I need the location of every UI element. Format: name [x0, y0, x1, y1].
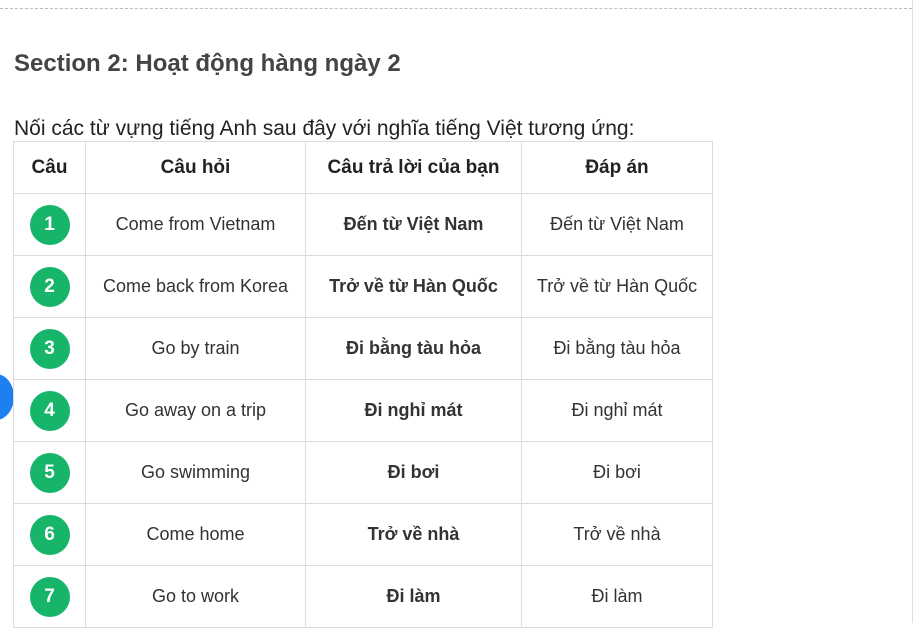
table-row: 7 Go to work Đi làm Đi làm — [13, 565, 713, 628]
correct-answer-cell: Đi bằng tàu hỏa — [521, 317, 713, 380]
question-cell: Go swimming — [85, 441, 306, 504]
header-your-answer: Câu trả lời của bạn — [305, 141, 522, 194]
question-cell: Go by train — [85, 317, 306, 380]
row-number-cell: 4 — [13, 379, 86, 442]
question-cell: Come from Vietnam — [85, 193, 306, 256]
correct-answer-cell: Đến từ Việt Nam — [521, 193, 713, 256]
user-answer-cell: Đi bơi — [305, 441, 522, 504]
table-row: 6 Come home Trở về nhà Trở về nhà — [13, 503, 713, 566]
row-number-cell: 2 — [13, 255, 86, 318]
correct-answer-cell: Đi nghỉ mát — [521, 379, 713, 442]
user-answer-cell: Đi bằng tàu hỏa — [305, 317, 522, 380]
table-row: 3 Go by train Đi bằng tàu hỏa Đi bằng tà… — [13, 317, 713, 380]
question-cell: Come home — [85, 503, 306, 566]
user-answer-cell: Đi làm — [305, 565, 522, 628]
correct-answer-cell: Trở về nhà — [521, 503, 713, 566]
question-cell: Go away on a trip — [85, 379, 306, 442]
user-answer-cell: Đi nghỉ mát — [305, 379, 522, 442]
row-number-cell: 5 — [13, 441, 86, 504]
question-number-badge: 4 — [29, 390, 70, 431]
question-number-badge: 5 — [29, 452, 70, 493]
correct-answer-cell: Đi bơi — [521, 441, 713, 504]
table-row: 2 Come back from Korea Trở về từ Hàn Quố… — [13, 255, 713, 318]
question-number-badge: 7 — [29, 576, 70, 617]
question-number-badge: 3 — [29, 328, 70, 369]
question-cell: Come back from Korea — [85, 255, 306, 318]
row-number-cell: 3 — [13, 317, 86, 380]
correct-answer-cell: Trở về từ Hàn Quốc — [521, 255, 713, 318]
header-number: Câu — [13, 141, 86, 194]
table-row: 4 Go away on a trip Đi nghỉ mát Đi nghỉ … — [13, 379, 713, 442]
floating-action-button[interactable] — [0, 374, 14, 420]
table-header-row: Câu Câu hỏi Câu trả lời của bạn Đáp án — [13, 141, 713, 194]
correct-answer-cell: Đi làm — [521, 565, 713, 628]
section-title: Section 2: Hoạt động hàng ngày 2 — [14, 50, 401, 77]
question-cell: Go to work — [85, 565, 306, 628]
row-number-cell: 1 — [13, 193, 86, 256]
user-answer-cell: Trở về từ Hàn Quốc — [305, 255, 522, 318]
right-panel-border — [912, 0, 913, 623]
instructions-text: Nối các từ vựng tiếng Anh sau đây với ng… — [14, 117, 635, 140]
row-number-cell: 6 — [13, 503, 86, 566]
user-answer-cell: Đến từ Việt Nam — [305, 193, 522, 256]
row-number-cell: 7 — [13, 565, 86, 628]
vocab-results-table: Câu Câu hỏi Câu trả lời của bạn Đáp án 1… — [13, 141, 713, 628]
table-row: 1 Come from Vietnam Đến từ Việt Nam Đến … — [13, 193, 713, 256]
header-question: Câu hỏi — [85, 141, 306, 194]
table-row: 5 Go swimming Đi bơi Đi bơi — [13, 441, 713, 504]
top-dashed-divider — [0, 8, 912, 9]
header-correct-answer: Đáp án — [521, 141, 713, 194]
question-number-badge: 1 — [29, 204, 70, 245]
question-number-badge: 6 — [29, 514, 70, 555]
question-number-badge: 2 — [29, 266, 70, 307]
user-answer-cell: Trở về nhà — [305, 503, 522, 566]
